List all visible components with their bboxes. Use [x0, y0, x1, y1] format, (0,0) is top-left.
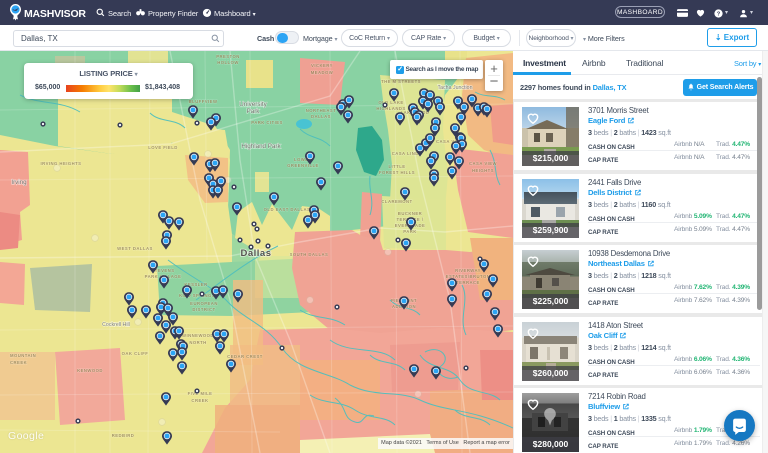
svg-text:WINNEWOOD: WINNEWOOD [182, 333, 214, 338]
svg-text:KENWOOD: KENWOOD [77, 368, 103, 373]
svg-text:FIVE MILE: FIVE MILE [188, 391, 213, 396]
svg-text:VICKERY: VICKERY [311, 63, 333, 68]
svg-text:OLD EAST DALLAS: OLD EAST DALLAS [264, 207, 311, 212]
svg-text:TERRACE: TERRACE [456, 280, 480, 285]
svg-text:MOUNTAIN: MOUNTAIN [10, 353, 36, 358]
svg-text:DISTRICT: DISTRICT [192, 307, 215, 312]
svg-text:Tacha Junction: Tacha Junction [437, 85, 472, 91]
svg-text:BUCKNER: BUCKNER [398, 211, 422, 216]
svg-text:RIVERWAY: RIVERWAY [455, 268, 481, 273]
svg-text:CREEK: CREEK [10, 360, 28, 365]
svg-text:GREENVILLE: GREENVILLE [287, 163, 319, 168]
svg-text:Park: Park [247, 108, 261, 115]
svg-text:OLD LAKE: OLD LAKE [378, 100, 403, 105]
svg-text:HEIGHTS: HEIGHTS [472, 168, 494, 173]
svg-text:SOUTH DALLAS: SOUTH DALLAS [290, 252, 329, 257]
svg-text:PRESTON: PRESTON [216, 54, 240, 59]
svg-text:CREEK: CREEK [191, 398, 209, 403]
svg-text:LOVE FIELD: LOVE FIELD [148, 145, 178, 150]
svg-text:DALLAS: DALLAS [311, 114, 331, 119]
svg-text:THE M STREETS: THE M STREETS [381, 79, 421, 84]
svg-text:WEST DALLAS: WEST DALLAS [117, 246, 153, 251]
svg-text:Cockrell Hill: Cockrell Hill [102, 322, 130, 328]
svg-text:HOLLOW: HOLLOW [217, 60, 239, 65]
svg-text:Highland Park: Highland Park [241, 143, 281, 150]
svg-text:Irving: Irving [11, 179, 27, 186]
svg-text:Dallas: Dallas [241, 248, 272, 259]
svg-text:IRVING HEIGHTS: IRVING HEIGHTS [41, 161, 82, 166]
svg-text:PARK: PARK [403, 229, 417, 234]
svg-text:CEDAR CREST: CEDAR CREST [227, 354, 263, 359]
svg-text:CLAREMONT: CLAREMONT [381, 199, 412, 204]
svg-text:NORTH: NORTH [189, 340, 206, 345]
svg-text:REDBIRD: REDBIRD [112, 433, 135, 438]
svg-text:BLUFFVIEW: BLUFFVIEW [189, 99, 218, 104]
svg-text:EUROPEAN: EUROPEAN [190, 301, 218, 306]
svg-text:LITTLE: LITTLE [388, 164, 405, 169]
svg-text:PARK CITIES: PARK CITIES [251, 120, 283, 125]
svg-text:NORTHEAST: NORTHEAST [306, 108, 337, 113]
svg-text:OAK CLIFF: OAK CLIFF [122, 351, 149, 356]
svg-text:CASA VIEW: CASA VIEW [469, 161, 497, 166]
svg-text:University: University [239, 101, 267, 108]
svg-text:?: ? [717, 11, 721, 17]
svg-text:FOREST HILLS: FOREST HILLS [379, 170, 415, 175]
svg-text:MEADOW: MEADOW [311, 70, 334, 75]
